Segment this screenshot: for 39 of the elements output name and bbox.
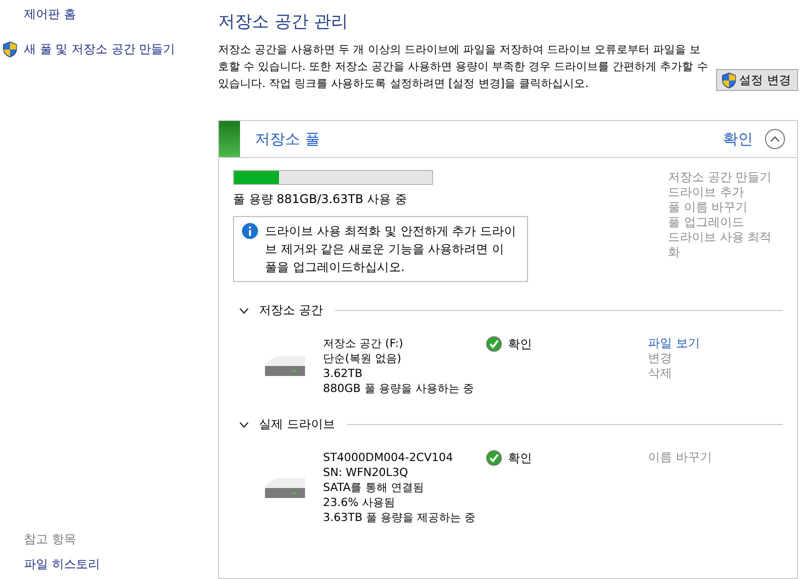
page-title: 저장소 공간 관리 (218, 11, 349, 33)
status-color-bar (219, 121, 240, 157)
status-text: 확인 (508, 450, 532, 467)
hard-drive-icon (263, 354, 307, 378)
status-text: 확인 (508, 336, 532, 353)
drive-action-link[interactable]: 파일 보기 (648, 336, 700, 351)
see-also-link[interactable]: 파일 히스토리 (0, 556, 200, 573)
drive-detail-text: 3.62TB (323, 366, 364, 381)
drive-detail-text: 단순(복원 없음) (323, 351, 402, 366)
usage-text: 풀 용량 881GB/3.63TB 사용 중 (233, 191, 408, 208)
hard-drive-icon (263, 476, 307, 500)
chevron-icon[interactable] (239, 422, 249, 428)
drive-detail-text: 880GB 풀 용량을 사용하는 중 (323, 381, 475, 396)
section-heading: 저장소 공간 (259, 302, 323, 319)
drive-detail-text: 저장소 공간 (F:) (323, 336, 404, 351)
change-settings-button[interactable]: 설정 변경 (716, 69, 798, 91)
drive-detail-text: 3.63TB 풀 용량을 제공하는 중 (323, 510, 477, 525)
caret-icon (770, 136, 780, 142)
description-text: 저장소 공간을 사용하면 두 개 이상의 드라이브에 파일을 저장하여 드라이브 오류로부터 파일을 보호할 수 있습니다. 또한 저장소 공간을 사용하면 용량이 부족한 경우 드라이브를 간편하게 추가할 수 있습니다. 작업 링크를 사용하도록 설정하려면 [설정 변경]을 클릭하십시오. (218, 42, 708, 92)
drive-detail-text: 23.6% 사용됨 (323, 495, 396, 510)
create-pool-link[interactable]: 새 풀 및 저장소 공간 만들기 (0, 41, 200, 58)
see-also-heading: 참고 항목 (23, 531, 77, 548)
info-text: 드라이브 사용 최적화 및 안전하게 추가 드라이브 제거와 같은 새로운 기능을 사용하려면 이 풀을 업그레이드하십시오. (265, 223, 517, 276)
chevron-icon[interactable] (239, 308, 249, 314)
home-link[interactable]: 제어판 홈 (0, 6, 200, 23)
caret-icon (239, 422, 249, 428)
shield-icon (2, 41, 18, 58)
drive-detail-text: SN: WFN20L3Q (323, 465, 410, 480)
drive-detail-text: ST4000DM004-2CV104 (323, 450, 454, 465)
check-icon (486, 450, 502, 466)
info-icon (242, 223, 258, 239)
collapse-button[interactable] (764, 129, 785, 149)
drive-detail-text: SATA를 통해 연결됨 (323, 480, 425, 495)
section-heading: 실제 드라이브 (259, 416, 335, 433)
check-icon (486, 336, 502, 352)
caret-icon (239, 308, 249, 314)
pool-title: 저장소 풀 (255, 130, 321, 148)
shield-icon (721, 72, 737, 88)
pool-status: 확인 (722, 130, 753, 148)
